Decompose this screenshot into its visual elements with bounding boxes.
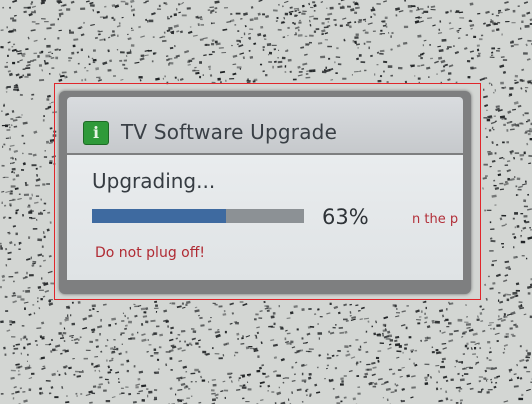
progress-bar-fill bbox=[92, 209, 226, 223]
warning-text: Do not plug off! bbox=[95, 245, 205, 261]
dialog-header: i TV Software Upgrade bbox=[67, 97, 463, 153]
background-text: n the p bbox=[412, 212, 459, 227]
upgrade-dialog: i TV Software Upgrade Upgrading... 63% n… bbox=[59, 91, 471, 294]
info-icon: i bbox=[83, 121, 109, 145]
progress-bar bbox=[92, 209, 304, 223]
progress-percent: 63% bbox=[322, 205, 369, 229]
status-text: Upgrading... bbox=[92, 169, 216, 193]
dialog-body: Upgrading... 63% n the p Do not plug off… bbox=[67, 155, 463, 280]
dialog-title: TV Software Upgrade bbox=[121, 120, 338, 144]
tv-screen: i TV Software Upgrade Upgrading... 63% n… bbox=[0, 0, 532, 404]
